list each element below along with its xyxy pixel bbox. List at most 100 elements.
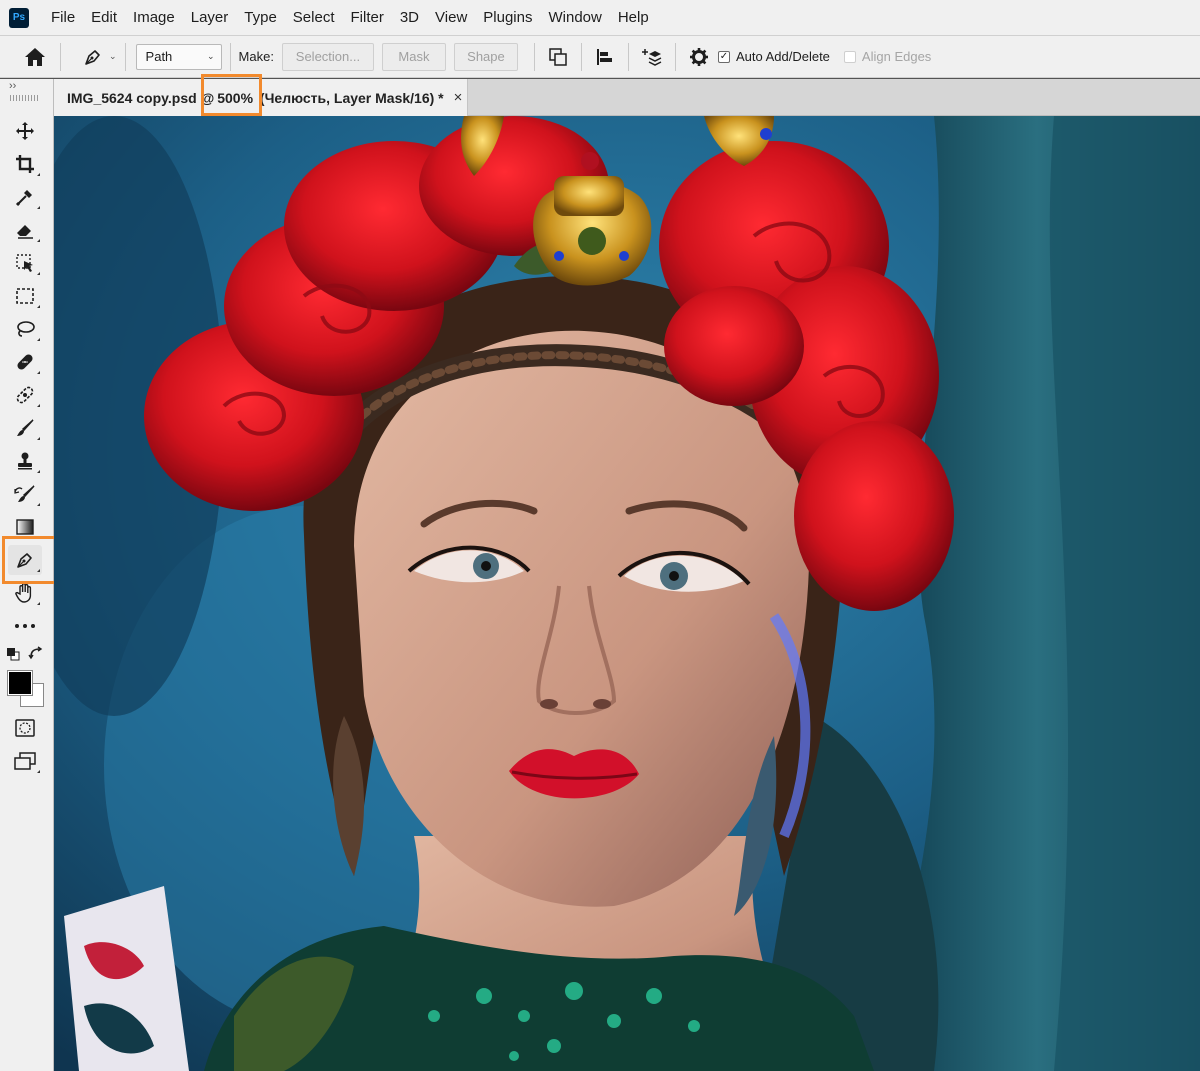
close-icon[interactable]: × (454, 89, 463, 106)
quick-mask-button[interactable] (8, 713, 42, 743)
eraser-tool[interactable] (8, 215, 42, 245)
tool-group-indicator (37, 206, 40, 209)
menu-select[interactable]: Select (285, 0, 343, 36)
menu-bar: Ps File Edit Image Layer Type Select Fil… (0, 0, 1200, 36)
make-selection-button[interactable]: Selection... (281, 42, 374, 71)
document-title-prefix: IMG_5624 copy.psd @ (67, 89, 215, 106)
options-divider (674, 42, 676, 71)
gradient-tool[interactable] (8, 512, 42, 542)
hand-tool[interactable] (8, 578, 42, 608)
photoshop-logo-icon: Ps (9, 7, 29, 28)
align-edges-checkbox[interactable]: Align Edges (843, 49, 932, 64)
arrange-layers-icon (641, 48, 662, 66)
eraser-icon (17, 225, 33, 239)
patch-icon (16, 386, 34, 404)
auto-add-delete-label: Auto Add/Delete (735, 49, 830, 64)
chevron-down-icon: ⌄ (207, 50, 215, 61)
pen-tool[interactable] (8, 545, 42, 575)
home-button[interactable] (18, 40, 52, 74)
menu-file[interactable]: File (43, 0, 83, 36)
menu-plugins[interactable]: Plugins (475, 0, 540, 36)
brush-tool[interactable] (8, 413, 42, 443)
home-icon (25, 47, 45, 66)
checkmark-icon: ✓ (717, 50, 730, 63)
marquee-tool[interactable] (8, 281, 42, 311)
make-label: Make: (238, 49, 274, 64)
menu-image[interactable]: Image (125, 0, 183, 36)
menu-view[interactable]: View (427, 0, 475, 36)
screen-mode-icon (14, 752, 36, 770)
patch-tool[interactable] (8, 380, 42, 410)
document-tab-bar: IMG_5624 copy.psd @ 500% (Челюсть, Layer… (54, 79, 1200, 116)
tool-group-indicator (37, 602, 40, 605)
menu-window[interactable]: Window (540, 0, 609, 36)
eyedropper-icon (15, 190, 32, 207)
menu-type[interactable]: Type (236, 0, 285, 36)
gear-icon (689, 47, 708, 66)
default-colors-button[interactable] (6, 647, 20, 661)
object-selection-icon (16, 254, 33, 272)
make-shape-button[interactable]: Shape (453, 42, 518, 71)
tool-group-indicator (37, 239, 40, 242)
history-brush-icon (14, 485, 35, 502)
path-operations-button[interactable] (543, 42, 573, 72)
move-tool[interactable] (8, 116, 42, 146)
lasso-tool[interactable] (8, 314, 42, 344)
menu-edit[interactable]: Edit (83, 0, 125, 36)
tool-group-indicator (37, 305, 40, 308)
expand-panel-button[interactable]: ›› (0, 79, 53, 95)
tool-group-indicator (37, 503, 40, 506)
foreground-color-swatch[interactable] (7, 670, 33, 696)
crop-icon (16, 155, 34, 173)
document-canvas[interactable] (54, 116, 1200, 1071)
eyedropper-tool[interactable] (8, 182, 42, 212)
swap-arrows-icon (28, 646, 43, 660)
auto-add-delete-checkbox[interactable]: ✓ Auto Add/Delete (717, 49, 830, 64)
options-divider (124, 42, 126, 71)
object-selection-tool[interactable] (8, 248, 42, 278)
history-brush-tool[interactable] (8, 479, 42, 509)
path-operations-icon (549, 47, 567, 66)
spot-healing-tool[interactable] (8, 347, 42, 377)
chevron-down-icon: ⌄ (109, 51, 117, 61)
tool-group-indicator (37, 437, 40, 440)
zoom-level: 500% (217, 89, 254, 106)
align-left-icon (596, 48, 612, 65)
document-tab[interactable]: IMG_5624 copy.psd @ 500% (Челюсть, Layer… (54, 79, 468, 116)
hand-icon (15, 583, 32, 603)
panel-grip[interactable] (10, 95, 38, 101)
tool-group-indicator (37, 404, 40, 407)
tool-group-indicator (37, 536, 40, 539)
tool-preset-picker[interactable]: ⌄ (83, 47, 117, 67)
align-edges-label: Align Edges (861, 49, 932, 64)
clone-stamp-tool[interactable] (8, 446, 42, 476)
bandage-icon (17, 354, 33, 370)
pen-settings-button[interactable] (684, 42, 714, 72)
path-arrangement-button[interactable] (637, 42, 667, 72)
move-icon (16, 122, 34, 140)
brush-icon (17, 419, 34, 436)
tool-group-indicator (37, 470, 40, 473)
pick-mode-select[interactable]: Path ⌄ (135, 43, 222, 70)
rectangle-marquee-icon (16, 288, 34, 304)
options-divider (627, 42, 629, 71)
more-tools-button[interactable] (8, 611, 42, 641)
tool-group-indicator (37, 272, 40, 275)
screen-mode-button[interactable] (8, 746, 42, 776)
gradient-icon (16, 519, 34, 535)
document-title-suffix: (Челюсть, Layer Mask/16) * (256, 89, 444, 106)
path-alignment-button[interactable] (590, 42, 620, 72)
pen-icon (17, 553, 32, 568)
swap-colors-button[interactable] (28, 646, 44, 662)
ellipsis-icon (15, 624, 35, 628)
make-mask-button[interactable]: Mask (381, 42, 446, 71)
lasso-icon (17, 321, 35, 337)
pick-mode-value: Path (145, 49, 173, 64)
crop-tool[interactable] (8, 149, 42, 179)
options-divider (580, 42, 582, 71)
menu-help[interactable]: Help (610, 0, 657, 36)
menu-layer[interactable]: Layer (183, 0, 237, 36)
menu-filter[interactable]: Filter (343, 0, 392, 36)
menu-3d[interactable]: 3D (392, 0, 427, 36)
tool-group-indicator (37, 569, 40, 572)
